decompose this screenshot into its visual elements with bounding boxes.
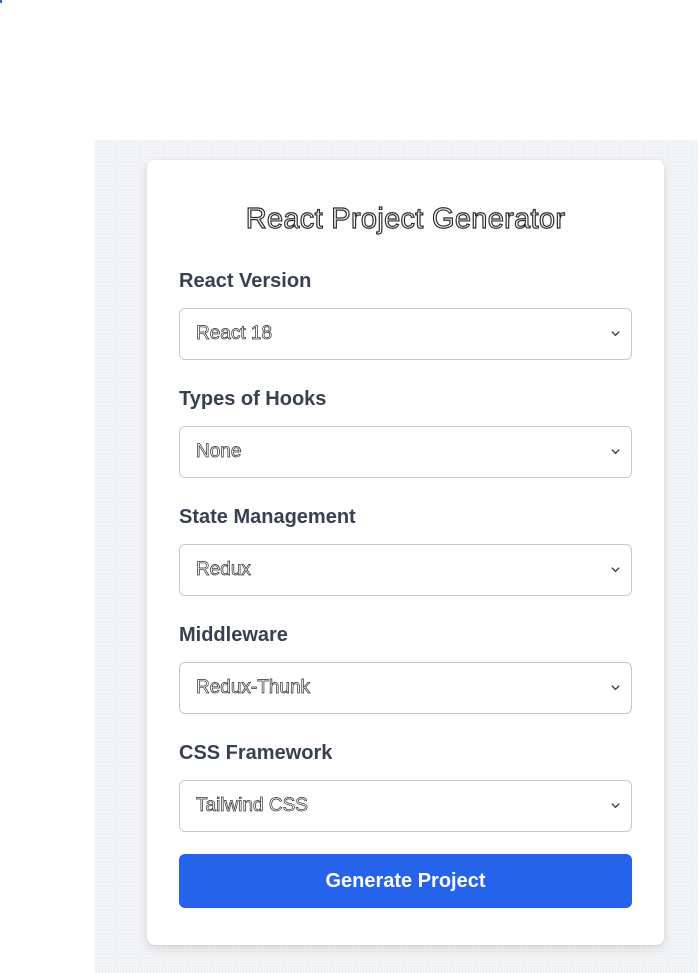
state-management-field: State Management Redux xyxy=(179,504,632,596)
css-framework-value: Tailwind CSS xyxy=(196,795,309,817)
react-version-select[interactable]: React 18 xyxy=(179,308,632,360)
chevron-down-icon xyxy=(611,685,620,691)
react-version-value: React 18 xyxy=(196,323,273,345)
css-framework-label: CSS Framework xyxy=(179,742,333,764)
middleware-value: Redux-Thunk xyxy=(196,677,311,699)
hooks-type-label: Types of Hooks xyxy=(179,388,327,410)
state-management-value: Redux xyxy=(196,559,252,581)
corner-mark xyxy=(0,0,2,3)
middleware-label: Middleware xyxy=(179,624,288,646)
middleware-select[interactable]: Redux-Thunk xyxy=(179,662,632,714)
react-version-label: React Version xyxy=(179,270,312,292)
chevron-down-icon xyxy=(611,803,620,809)
chevron-down-icon xyxy=(611,567,620,573)
page-title: React Project Generator xyxy=(245,202,566,235)
state-management-select[interactable]: Redux xyxy=(179,544,632,596)
middleware-field: Middleware Redux-Thunk xyxy=(179,622,632,714)
chevron-down-icon xyxy=(611,331,620,337)
hooks-type-select[interactable]: None xyxy=(179,426,632,478)
css-framework-field: CSS Framework Tailwind CSS xyxy=(179,740,632,832)
generate-project-button[interactable]: Generate Project xyxy=(179,854,632,908)
chevron-down-icon xyxy=(611,449,620,455)
hooks-type-field: Types of Hooks None xyxy=(179,386,632,478)
generator-card: React Project Generator React Version Re… xyxy=(147,160,664,945)
state-management-label: State Management xyxy=(179,506,356,528)
react-version-field: React Version React 18 xyxy=(179,268,632,360)
hooks-type-value: None xyxy=(196,441,242,463)
css-framework-select[interactable]: Tailwind CSS xyxy=(179,780,632,832)
